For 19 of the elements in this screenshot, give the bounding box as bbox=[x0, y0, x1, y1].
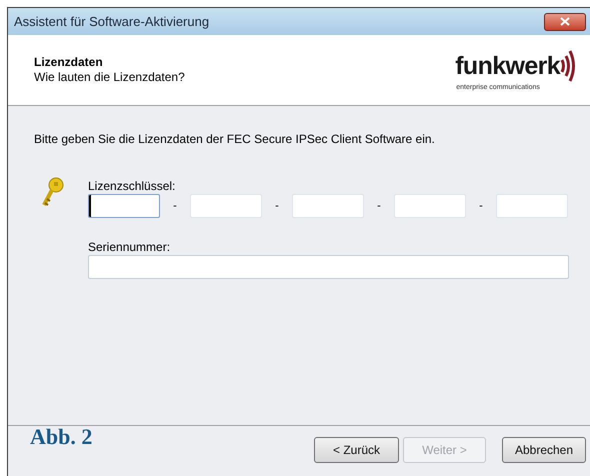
dialog-button[interactable]: Abbrechen bbox=[502, 437, 586, 463]
logo-wordmark: funkwerk bbox=[455, 53, 560, 79]
close-icon bbox=[560, 17, 570, 26]
license-key-field[interactable] bbox=[88, 194, 160, 218]
dialog-button[interactable]: < Zurück bbox=[314, 437, 399, 463]
field-label: Lizenzschlüssel: bbox=[88, 179, 176, 193]
serial-number-field[interactable] bbox=[88, 255, 569, 279]
separator-dash: - bbox=[478, 198, 484, 214]
figure-label: Abb. 2 bbox=[30, 424, 92, 450]
window-title: Assistent für Software-Aktivierung bbox=[14, 12, 210, 31]
separator-dash: - bbox=[376, 198, 382, 214]
instruction-text: Bitte geben Sie die Lizenzdaten der FEC Secure IPSec Client Software ein. bbox=[34, 131, 436, 148]
page-title: Lizenzdaten bbox=[34, 55, 104, 70]
separator-dash: - bbox=[274, 198, 280, 214]
separator-dash: - bbox=[172, 198, 178, 214]
page-subtitle: Wie lauten die Lizenzdaten? bbox=[34, 70, 185, 85]
field-label: Seriennummer: bbox=[88, 240, 172, 254]
close-button[interactable] bbox=[544, 12, 586, 30]
signal-waves-icon bbox=[560, 48, 576, 84]
